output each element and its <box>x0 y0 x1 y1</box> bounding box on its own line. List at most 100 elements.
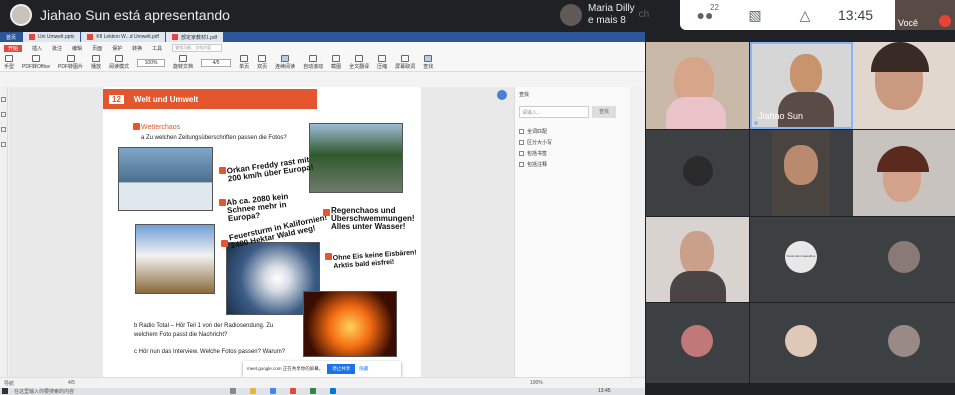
participant-tile[interactable] <box>853 42 955 129</box>
tab-pdf-active[interactable]: Kfl Lektion W...d Umwelt.pdf <box>81 32 165 42</box>
find-option[interactable]: 包括注释 <box>519 161 626 168</box>
meet-controls: ●● 22 ▧ △ 13:45 <box>680 0 895 30</box>
participant-tile[interactable] <box>853 130 955 216</box>
exclaim-icon <box>219 167 226 174</box>
page-input[interactable]: 4/5 <box>201 58 232 67</box>
participant-avatar <box>681 325 713 357</box>
menu-item[interactable]: 页面 <box>92 45 102 52</box>
chat-button[interactable]: ▧ <box>730 7 780 24</box>
page-banner: 12 Welt und Umwelt <box>103 89 317 109</box>
participant-tile[interactable] <box>646 217 749 302</box>
bookmark-icon[interactable] <box>1 112 6 117</box>
stop-sharing-button[interactable]: 停止共享 <box>327 364 356 374</box>
feature-search[interactable]: 查找功能、文档内容 <box>172 44 223 52</box>
vertical-scrollbar[interactable] <box>630 87 645 377</box>
participant-name: Jiahao Sun <box>758 111 804 121</box>
participant-tile[interactable] <box>750 303 853 383</box>
menu-item[interactable]: 转换 <box>132 45 142 52</box>
comment-icon[interactable] <box>1 127 6 132</box>
toolbar-hand[interactable]: 手型 <box>4 55 14 70</box>
find-option[interactable]: 包括书签 <box>519 150 626 157</box>
left-rail <box>0 87 8 377</box>
toolbar-to-image[interactable]: PDF转图片 <box>58 55 83 70</box>
toolbar-continuous[interactable]: 连续阅读 <box>275 55 295 70</box>
meet-top-bar: Jiahao Sun está apresentando Maria Dilly… <box>0 0 955 32</box>
exclaim-icon <box>221 240 228 247</box>
participant-avatar <box>888 241 920 273</box>
toolbar-rotate[interactable]: 旋转文档 <box>173 55 193 70</box>
toolbar-translate[interactable]: 全文翻译 <box>349 55 369 70</box>
exclaim-icon <box>219 199 226 206</box>
participant-tile[interactable]: Futuro Em Guarulhos <box>750 217 853 302</box>
tab-pdf-2[interactable]: 部定家教材1.pdf <box>165 32 224 42</box>
exclaim-icon <box>325 253 332 260</box>
toolbar-read-mode[interactable]: 阅读模式 <box>109 55 129 70</box>
question-a: a Zu welchen Zeitungsüberschriften passe… <box>141 135 287 141</box>
menu-item[interactable]: 插入 <box>32 45 42 52</box>
menu-item[interactable]: 批注 <box>52 45 62 52</box>
find-option[interactable]: 区分大小写 <box>519 139 626 146</box>
toolbar-double[interactable]: 双页 <box>257 55 267 70</box>
toolbar-word-pick[interactable]: 屏幕取词 <box>395 55 415 70</box>
banner-number: 12 <box>109 94 124 104</box>
nav-label[interactable]: 导航 <box>4 380 14 387</box>
chrome-icon[interactable] <box>270 388 276 394</box>
hide-button[interactable]: 隐藏 <box>359 366 368 372</box>
app-icon[interactable] <box>310 388 316 394</box>
toolbar-autoscroll[interactable]: 自动滚动 <box>303 55 323 70</box>
pdf-toolbar: 手型 PDF转Office PDF转图片 播放 阅读模式 100% 旋转文档 4… <box>0 54 645 72</box>
menu-start[interactable]: 开始 <box>4 44 23 52</box>
menu-item[interactable]: 工具 <box>152 45 162 52</box>
participant-tile-speaking[interactable]: Jiahao Sun <box>750 42 853 129</box>
participant-tile[interactable] <box>646 42 749 129</box>
checkbox-icon <box>519 129 524 134</box>
status-page[interactable]: 4/5 <box>68 380 75 386</box>
toolbar-single[interactable]: 单页 <box>239 55 249 70</box>
pinned-participant[interactable]: Maria Dilly e mais 8 ch <box>560 0 678 30</box>
tab-home[interactable]: 首页 <box>0 32 23 42</box>
menu-item[interactable]: 编辑 <box>72 45 82 52</box>
activities-button[interactable]: △ <box>780 7 830 24</box>
pinned-overlap-text: ch <box>638 9 650 20</box>
participant-tile[interactable] <box>646 303 749 383</box>
participant-tile[interactable] <box>853 217 955 302</box>
find-option[interactable]: 全词匹配 <box>519 128 626 135</box>
app-tabs: 首页 Uni Umwelt.pptx Kfl Lektion W...d Umw… <box>0 32 645 42</box>
attachment-icon[interactable] <box>1 142 6 147</box>
participant-avatar <box>683 156 713 186</box>
pdf-page: 12 Welt und Umwelt Wetterchaos a Zu welc… <box>103 87 421 377</box>
floating-action-icon[interactable] <box>497 90 507 100</box>
participant-tile[interactable] <box>853 303 955 383</box>
presenter-avatar <box>10 4 32 26</box>
zoom-select[interactable]: 100% <box>137 58 166 67</box>
sharing-text: meet.google.com 正在共享你的屏幕。 <box>247 366 324 371</box>
taskbar-time: 13:45 <box>598 388 611 394</box>
toolbar-compress[interactable]: 压缩 <box>377 55 387 70</box>
menu-item[interactable]: 保护 <box>112 45 122 52</box>
wps-icon[interactable] <box>290 388 296 394</box>
edge-icon[interactable] <box>330 388 336 394</box>
thumbnail-icon[interactable] <box>1 97 6 102</box>
task-view-icon[interactable] <box>230 388 236 394</box>
self-tile[interactable]: Você <box>895 0 955 30</box>
status-zoom[interactable]: 100% <box>530 380 543 386</box>
status-bar: 导航 4/5 100% <box>0 377 645 388</box>
photo-fire <box>303 291 397 357</box>
speaking-indicator <box>754 121 758 125</box>
toolbar-to-office[interactable]: PDF转Office <box>22 55 50 70</box>
photo-polar-bears <box>118 147 213 211</box>
toolbar-play[interactable]: 播放 <box>91 55 101 70</box>
people-button[interactable]: ●● 22 <box>680 3 730 23</box>
windows-start-icon[interactable] <box>2 388 8 394</box>
toolbar-screenshot[interactable]: 截图 <box>331 55 341 70</box>
explorer-icon[interactable] <box>250 388 256 394</box>
taskbar-search[interactable]: 在这里输入你要搜索的内容 <box>14 388 114 395</box>
find-button[interactable]: 查找 <box>592 106 616 118</box>
find-input[interactable]: 请输入... <box>519 106 589 118</box>
participant-tile[interactable] <box>646 130 749 216</box>
toolbar-find[interactable]: 查找 <box>423 55 433 70</box>
tab-pptx[interactable]: Uni Umwelt.pptx <box>23 32 81 42</box>
participant-video <box>790 54 822 94</box>
participant-tile[interactable] <box>750 130 853 216</box>
checkbox-icon <box>519 162 524 167</box>
